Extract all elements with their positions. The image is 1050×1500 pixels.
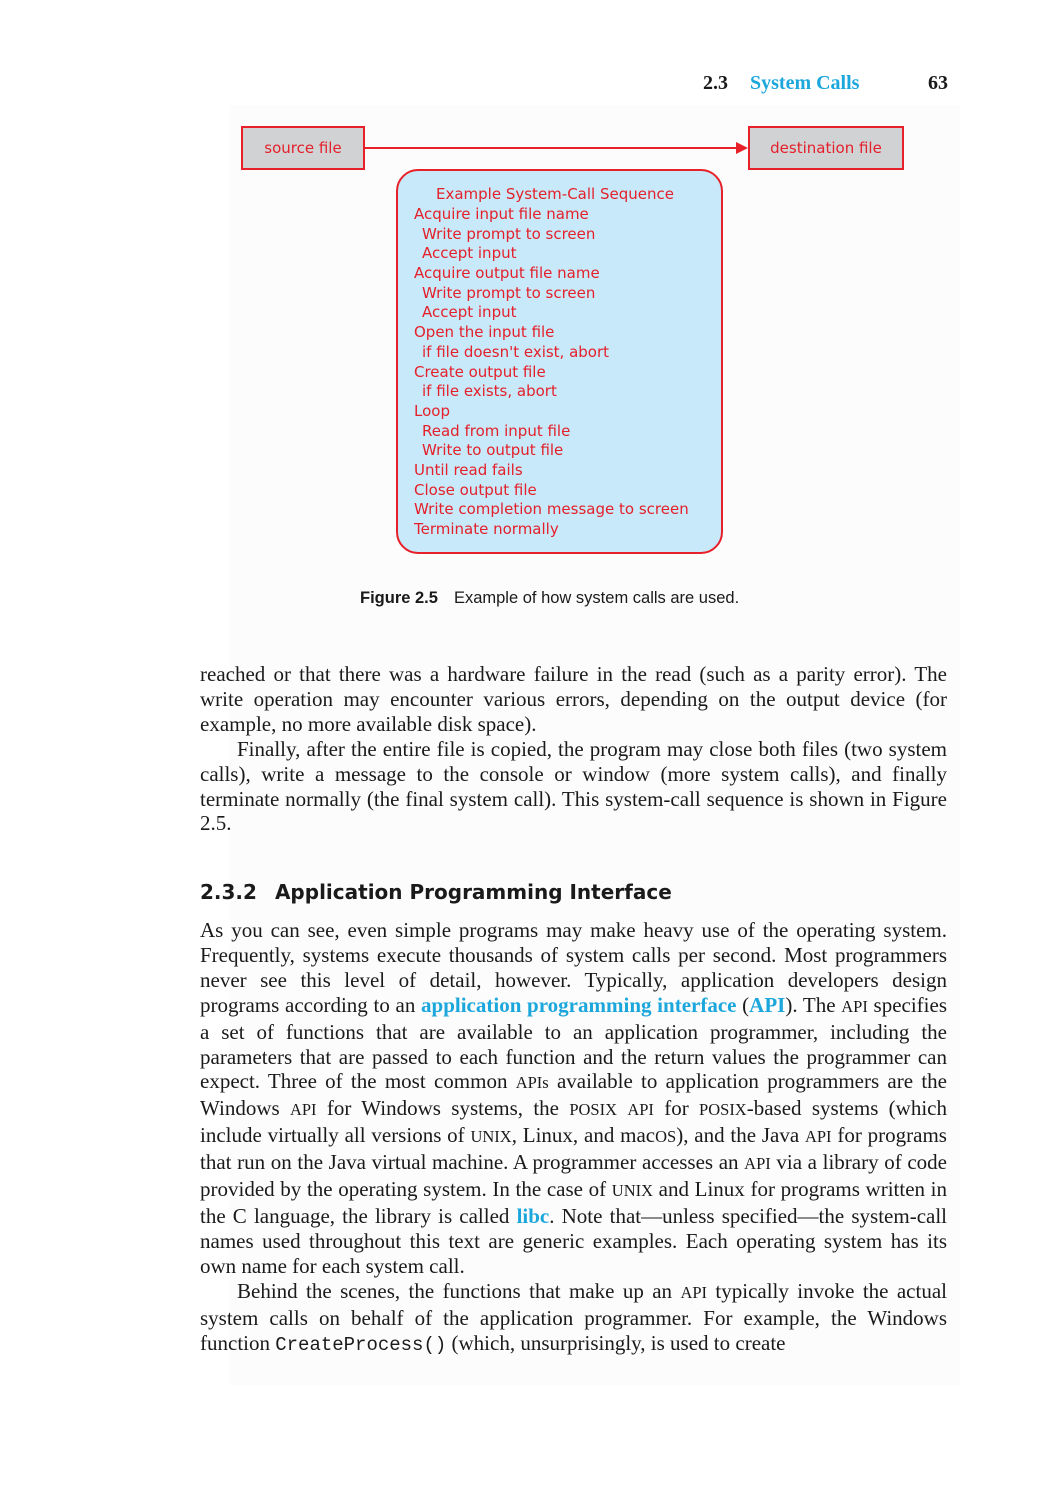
sequence-title: Example System-Call Sequence: [436, 185, 674, 203]
acronym-api: API: [680, 1282, 708, 1302]
sequence-step: Write prompt to screen: [422, 283, 596, 302]
text-run: (: [736, 992, 750, 1017]
code-createprocess: CreateProcess(): [275, 1333, 447, 1356]
acronym-apis: APIs: [515, 1073, 549, 1093]
acronym-os: OS: [655, 1127, 677, 1147]
term-libc: libc: [516, 1203, 550, 1228]
sequence-step: Acquire output file name: [414, 264, 600, 283]
destination-file-box: destination file: [748, 126, 904, 170]
figure-2-5-diagram: source file destination file Example Sys…: [0, 0, 1050, 580]
figure-caption: Figure 2.5 Example of how system calls ar…: [360, 589, 739, 608]
paragraph-finally: Finally, after the entire file is copied…: [200, 736, 947, 836]
term-application-programming-interface: application programming interface: [421, 992, 737, 1017]
acronym-api: API: [627, 1100, 654, 1120]
body-paragraphs-api: As you can see, even simple programs may…: [200, 918, 947, 1357]
sequence-step: Close output file: [414, 480, 537, 499]
figure-label: Figure 2.5: [360, 589, 438, 607]
sequence-step: if file doesn't exist, abort: [422, 342, 610, 361]
sequence-step: Accept input: [422, 303, 517, 322]
subsection-title: Application Programming Interface: [274, 880, 672, 904]
acronym-unix: UNIX: [611, 1181, 654, 1201]
sequence-step: if file exists, abort: [422, 382, 557, 401]
sequence-step: Write to output file: [422, 441, 564, 460]
body-paragraphs-top: reached or that there was a hardware fai…: [200, 662, 947, 836]
acronym-unix: UNIX: [470, 1127, 512, 1147]
paragraph-api: As you can see, even simple programs may…: [200, 918, 947, 1279]
arrow-head-icon: [736, 142, 748, 154]
text-run: ). The: [785, 992, 842, 1017]
acronym-posix: POSIX: [569, 1100, 617, 1120]
text-run: (which, unsurprisingly, is used to creat…: [446, 1330, 786, 1355]
sequence-step: Acquire input file name: [414, 205, 589, 223]
subsection-heading: 2.3.2 Application Programming Interface: [200, 880, 672, 904]
sequence-step: Until read fails: [414, 460, 523, 479]
sequence-step: Accept input: [422, 244, 517, 263]
sequence-step: Create output file: [414, 362, 546, 381]
sequence-step: Write completion message to screen: [414, 500, 689, 519]
acronym-posix: POSIX: [699, 1100, 747, 1120]
source-file-box: source file: [241, 126, 365, 170]
subsection-number: 2.3.2: [200, 880, 257, 904]
sequence-steps: Acquire input file name Write prompt to s…: [414, 205, 689, 540]
sequence-step: Write prompt to screen: [422, 224, 596, 243]
acronym-api: API: [289, 1100, 317, 1120]
text-run: for Windows systems, the: [316, 1096, 570, 1121]
acronym-api: API: [841, 996, 868, 1016]
sequence-step: Read from input file: [422, 421, 571, 440]
source-file-label: source file: [264, 139, 342, 157]
sequence-step: Open the input file: [414, 323, 555, 342]
sequence-step: Terminate normally: [414, 520, 559, 538]
caption-text: Example of how system calls are used.: [453, 589, 740, 607]
term-api: API: [749, 992, 786, 1017]
text-run: Behind the scenes, the functions that ma…: [237, 1278, 681, 1303]
text-run: ), and the Java: [676, 1123, 805, 1148]
sequence-step: Loop: [414, 401, 450, 420]
paragraph-continuation: reached or that there was a hardware fai…: [200, 662, 947, 736]
paragraph-behind-the-scenes: Behind the scenes, the functions that ma…: [200, 1279, 947, 1358]
system-call-sequence-box: Example System-Call Sequence Acquire inp…: [396, 169, 723, 554]
text-run: , Linux, and mac: [511, 1123, 656, 1148]
acronym-api: API: [804, 1127, 832, 1147]
acronym-api: API: [744, 1154, 771, 1174]
text-run: for: [653, 1096, 700, 1121]
destination-file-label: destination file: [770, 139, 882, 157]
